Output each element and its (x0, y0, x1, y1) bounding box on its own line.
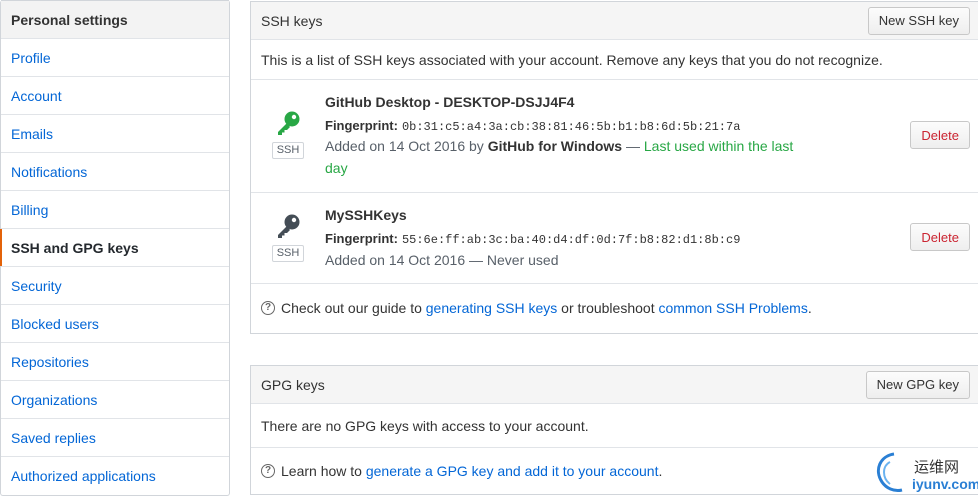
common-ssh-problems-link[interactable]: common SSH Problems (658, 300, 807, 316)
question-icon: ? (261, 301, 275, 315)
added-separator: — (622, 138, 644, 154)
gpg-help-row: ? Learn how to generate a GPG key and ad… (251, 448, 978, 494)
help-prefix: Check out our guide to (281, 300, 426, 316)
sidebar-item-security[interactable]: Security (1, 267, 229, 305)
sidebar-item-notifications[interactable]: Notifications (1, 153, 229, 191)
fingerprint-value: 0b:31:c5:a4:3a:cb:38:81:46:5b:b1:b8:6d:5… (401, 120, 741, 134)
sidebar-item-organizations[interactable]: Organizations (1, 381, 229, 419)
gpg-keys-title: GPG keys (261, 376, 325, 393)
watermark-logo-icon (877, 452, 903, 492)
gpg-empty-message: There are no GPG keys with access to you… (251, 404, 978, 448)
ssh-keys-description: This is a list of SSH keys associated wi… (251, 40, 978, 80)
ssh-key-fingerprint: Fingerprint: 55:6e:ff:ab:3c:ba:40:d4:df:0… (325, 231, 740, 247)
gpg-help-text: Learn how to generate a GPG key and add … (281, 463, 662, 479)
key-icon (278, 214, 300, 238)
ssh-key-fingerprint: Fingerprint: 0b:31:c5:a4:3a:cb:38:81:46:5… (325, 118, 740, 134)
ssh-key-name: GitHub Desktop - DESKTOP-DSJJ4F4 (325, 94, 575, 110)
gpg-keys-panel: GPG keys New GPG key There are no GPG ke… (250, 365, 978, 495)
gpg-keys-header: GPG keys New GPG key (251, 366, 978, 404)
new-ssh-key-button[interactable]: New SSH key (867, 6, 970, 35)
watermark-line1: 运维网 (914, 459, 960, 476)
ssh-keys-title: SSH keys (261, 12, 323, 29)
generating-ssh-keys-link[interactable]: generating SSH keys (426, 300, 558, 316)
question-icon: ? (261, 464, 275, 478)
ssh-key-row: SSH MySSHKeys Fingerprint: 55:6e:ff:ab:3c… (251, 193, 978, 284)
key-type-badge: SSH (271, 142, 305, 159)
ssh-key-added-info: Added on 14 Oct 2016 by GitHub for Windo… (325, 135, 815, 179)
sidebar-item-authorized-applications[interactable]: Authorized applications (1, 457, 229, 495)
ssh-key-icon-wrap: SSH (271, 213, 305, 262)
ssh-key-row: SSH GitHub Desktop - DESKTOP-DSJJ4F4 Fin… (251, 80, 978, 193)
watermark-line2: iyunv.com (912, 476, 978, 492)
help-middle: or troubleshoot (557, 300, 659, 316)
site-watermark: 运维网 iyunv.com (872, 448, 978, 498)
added-prefix: Added on 14 Oct 2016 by (325, 138, 488, 154)
sidebar-item-saved-replies[interactable]: Saved replies (1, 419, 229, 457)
settings-sidebar: Personal settings Profile Account Emails… (0, 0, 230, 496)
sidebar-item-blocked-users[interactable]: Blocked users (1, 305, 229, 343)
ssh-key-name: MySSHKeys (325, 207, 407, 223)
delete-ssh-key-button[interactable]: Delete (910, 121, 970, 149)
help-prefix: Learn how to (281, 463, 366, 479)
sidebar-item-ssh-gpg-keys[interactable]: SSH and GPG keys (0, 229, 229, 267)
ssh-keys-panel: SSH keys New SSH key This is a list of S… (250, 1, 978, 334)
sidebar-header: Personal settings (1, 0, 229, 39)
key-type-badge: SSH (271, 245, 305, 262)
new-gpg-key-button[interactable]: New GPG key (865, 370, 970, 399)
fingerprint-label: Fingerprint: (325, 231, 398, 246)
help-suffix: . (658, 463, 663, 479)
added-by: GitHub for Windows (487, 138, 623, 154)
fingerprint-value: 55:6e:ff:ab:3c:ba:40:d4:df:0d:7f:b8:82:d… (401, 233, 741, 247)
generate-gpg-key-link[interactable]: generate a GPG key and add it to your ac… (366, 463, 659, 479)
help-suffix: . (807, 300, 812, 316)
sidebar-item-repositories[interactable]: Repositories (1, 343, 229, 381)
sidebar-item-emails[interactable]: Emails (1, 115, 229, 153)
sidebar-item-billing[interactable]: Billing (1, 191, 229, 229)
ssh-key-icon-wrap: SSH (271, 110, 305, 159)
ssh-help-row: ? Check out our guide to generating SSH … (251, 284, 978, 332)
ssh-key-added-info: Added on 14 Oct 2016 — Never used (325, 252, 559, 268)
ssh-help-text: Check out our guide to generating SSH ke… (281, 300, 812, 316)
ssh-keys-header: SSH keys New SSH key (251, 2, 978, 40)
fingerprint-label: Fingerprint: (325, 118, 398, 133)
sidebar-item-profile[interactable]: Profile (1, 39, 229, 77)
key-icon (278, 111, 300, 135)
sidebar-item-account[interactable]: Account (1, 77, 229, 115)
delete-ssh-key-button[interactable]: Delete (910, 223, 970, 251)
